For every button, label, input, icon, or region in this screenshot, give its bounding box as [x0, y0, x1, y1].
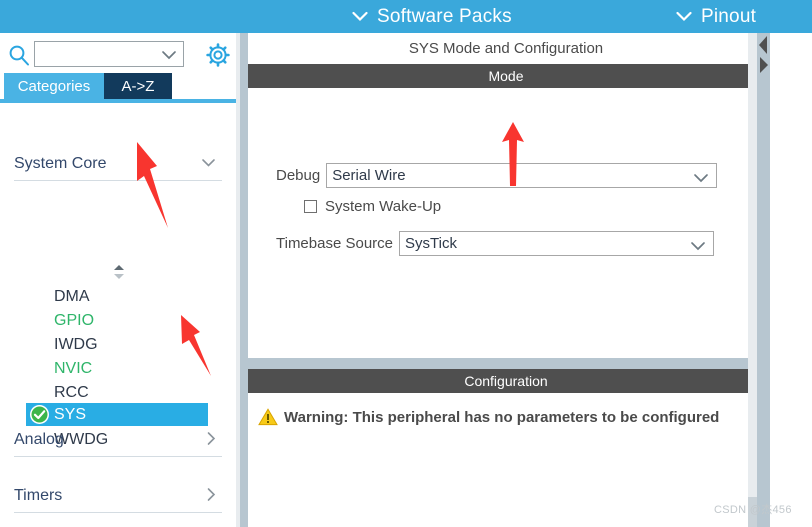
tab-a-to-z-label: A->Z — [121, 77, 155, 95]
configuration-panel: SYS Mode and Configuration Mode Debug Se… — [248, 33, 812, 527]
sidebar-item-rcc-label: RCC — [54, 383, 89, 401]
tab-a-to-z[interactable]: A->Z — [104, 73, 172, 99]
debug-value: Serial Wire — [332, 167, 406, 184]
sidebar-item-dma[interactable]: DMA — [14, 285, 208, 308]
mode-section-header: Mode — [248, 64, 764, 88]
debug-field-row: Debug Serial Wire — [276, 163, 718, 189]
sidebar-item-rcc[interactable]: RCC — [14, 381, 208, 404]
sidebar-item-dma-label: DMA — [54, 287, 90, 305]
chevron-down-icon[interactable] — [690, 239, 706, 257]
sidebar-group-analog-label: Analog — [14, 430, 64, 448]
sidebar-group-timers[interactable]: Timers — [14, 479, 222, 513]
sidebar-group-analog[interactable]: Analog — [14, 423, 222, 457]
peripheral-sidebar: Categories A->Z System Core DMA GPIO IWD… — [0, 33, 236, 527]
triangle-right-icon[interactable] — [757, 54, 770, 76]
watermark: CSDN @杰456 — [714, 504, 792, 516]
sidebar-item-iwdg-label: IWDG — [54, 335, 98, 353]
chevron-down-icon[interactable] — [693, 171, 709, 189]
gear-icon[interactable] — [205, 42, 231, 68]
tab-categories-label: Categories — [17, 77, 91, 95]
triangle-left-icon[interactable] — [757, 34, 770, 56]
sidebar-item-nvic-label: NVIC — [54, 359, 93, 377]
sidebar-item-gpio-label: GPIO — [54, 311, 95, 329]
page-title: SYS Mode and Configuration — [248, 33, 764, 64]
pinout-menu[interactable]: Pinout — [676, 0, 756, 33]
system-wakeup-label: System Wake-Up — [325, 198, 442, 215]
sidebar-item-gpio[interactable]: GPIO — [14, 309, 208, 332]
pinout-label: Pinout — [701, 5, 757, 27]
timebase-value: SysTick — [405, 235, 457, 252]
debug-label: Debug — [276, 167, 321, 184]
search-row — [0, 36, 236, 70]
scroll-spinner-icon[interactable] — [111, 263, 127, 281]
debug-select[interactable]: Serial Wire — [326, 163, 718, 189]
configuration-section-header: Configuration — [248, 369, 764, 393]
system-wakeup-row[interactable]: System Wake-Up — [304, 198, 441, 215]
configuration-section-body: Warning: This peripheral has no paramete… — [248, 393, 764, 527]
check-circle-icon — [30, 405, 49, 424]
chevron-down-icon — [201, 156, 222, 171]
category-list: System Core DMA GPIO IWDG NVIC RCC SYS W… — [0, 103, 236, 527]
warning-triangle-icon — [258, 408, 278, 426]
tab-categories[interactable]: Categories — [4, 73, 104, 99]
chevron-down-icon[interactable] — [161, 48, 177, 66]
timebase-select[interactable]: SysTick — [399, 231, 714, 256]
panel-splitter-groove — [236, 33, 240, 527]
sidebar-group-timers-label: Timers — [14, 486, 63, 504]
warning-row: Warning: This peripheral has no paramete… — [258, 408, 719, 426]
right-rail-groove — [748, 33, 757, 527]
chevron-right-icon — [206, 431, 222, 449]
warning-text: Warning: This peripheral has no paramete… — [284, 408, 720, 426]
search-icon[interactable] — [8, 44, 30, 66]
software-packs-menu[interactable]: Software Packs — [352, 0, 512, 33]
mode-section-body: Debug Serial Wire System Wake-Up Timebas… — [248, 88, 764, 358]
sidebar-item-nvic[interactable]: NVIC — [14, 357, 208, 380]
timebase-label: Timebase Source — [276, 235, 393, 252]
sidebar-tabs: Categories A->Z — [0, 73, 236, 99]
timebase-field-row: Timebase Source SysTick — [276, 231, 714, 256]
sidebar-item-iwdg[interactable]: IWDG — [14, 333, 208, 356]
software-packs-label: Software Packs — [377, 5, 512, 27]
system-wakeup-checkbox[interactable] — [304, 200, 317, 213]
search-input[interactable] — [39, 44, 165, 66]
right-blank-area — [770, 33, 812, 527]
search-combobox[interactable] — [34, 41, 184, 67]
sidebar-group-system-core-label: System Core — [14, 154, 107, 172]
chevron-right-icon — [206, 487, 222, 505]
top-toolbar: Software Packs Pinout — [0, 0, 812, 33]
chevron-down-icon — [352, 11, 368, 22]
sidebar-group-system-core[interactable]: System Core — [14, 147, 222, 181]
chevron-down-icon — [676, 11, 692, 22]
right-splitter[interactable] — [757, 33, 770, 527]
application-window: Software Packs Pinout Categories A->Z Sy… — [0, 0, 812, 527]
